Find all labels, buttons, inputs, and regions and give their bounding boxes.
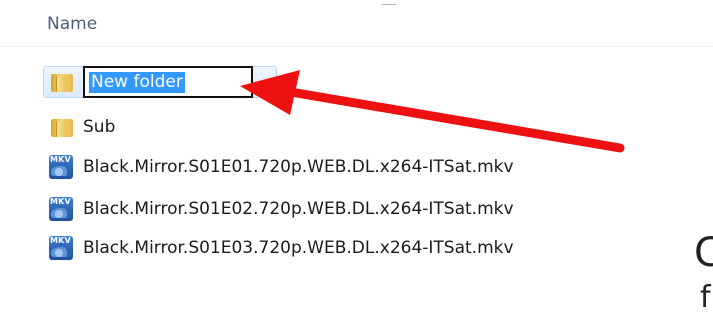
mkv-file-icon: MKV	[49, 236, 73, 260]
list-item-file[interactable]: MKV Black.Mirror.S01E02.720p.WEB.DL.x264…	[44, 194, 644, 224]
mkv-file-icon: MKV	[49, 155, 73, 179]
list-item-file[interactable]: MKV Black.Mirror.S01E01.720p.WEB.DL.x264…	[44, 152, 644, 182]
rename-input[interactable]: New folder	[83, 66, 253, 98]
list-item-file[interactable]: MKV Black.Mirror.S01E03.720p.WEB.DL.x264…	[44, 233, 644, 263]
file-name: Sub	[83, 117, 116, 137]
list-item-sub[interactable]: Sub	[44, 112, 644, 142]
partial-text-c: C	[694, 230, 713, 276]
rename-selected-text: New folder	[89, 72, 185, 93]
folder-icon	[51, 72, 73, 92]
file-name: Black.Mirror.S01E03.720p.WEB.DL.x264-ITS…	[83, 238, 514, 258]
header-divider	[0, 46, 713, 47]
folder-icon	[51, 117, 73, 137]
sort-indicator	[382, 4, 396, 9]
partial-text-f: f	[700, 280, 711, 315]
file-name: Black.Mirror.S01E01.720p.WEB.DL.x264-ITS…	[83, 157, 514, 177]
file-name: Black.Mirror.S01E02.720p.WEB.DL.x264-ITS…	[83, 199, 514, 219]
mkv-file-icon: MKV	[49, 197, 73, 221]
name-column-header[interactable]: Name	[47, 14, 97, 34]
